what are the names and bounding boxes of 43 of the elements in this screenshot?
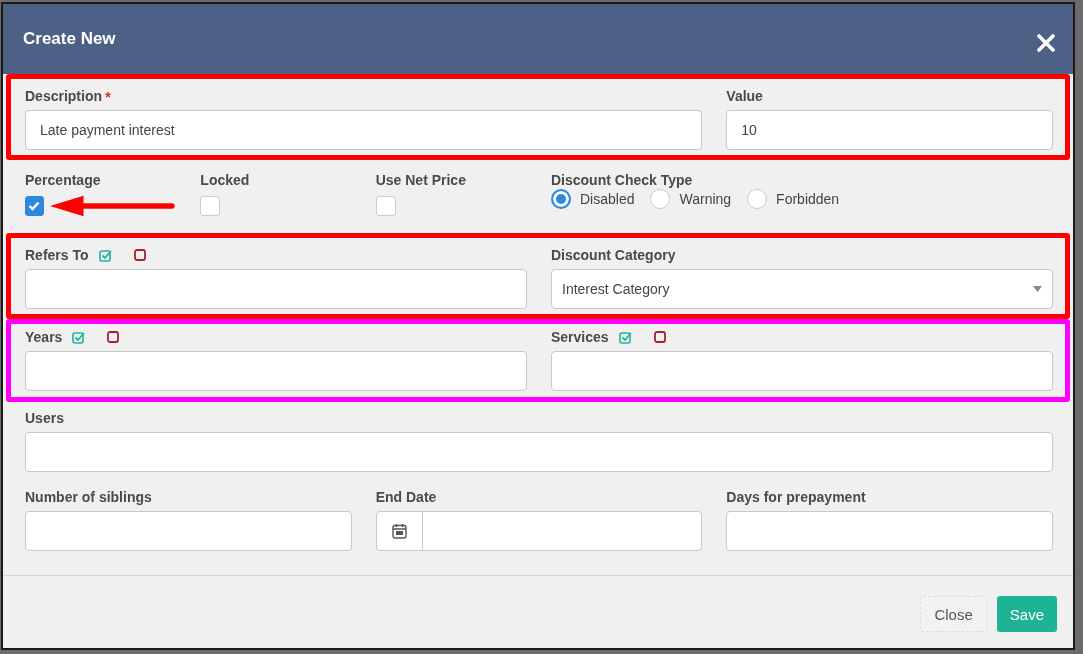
empty-box-icon[interactable] xyxy=(133,249,146,261)
radio-option[interactable]: Forbidden xyxy=(747,189,840,209)
checkmark-icon xyxy=(28,201,41,211)
field-label: Locked xyxy=(200,172,250,188)
field-label: Use Net Price xyxy=(375,172,466,188)
text-input[interactable] xyxy=(25,511,352,551)
field-label: End Date xyxy=(375,489,437,505)
checked-box-icon[interactable] xyxy=(618,330,632,344)
dialog-title: Create New xyxy=(23,29,116,49)
field-label: Discount Category xyxy=(551,247,676,263)
text-input[interactable] xyxy=(726,511,1053,551)
radio-option[interactable]: Warning xyxy=(650,189,732,209)
close-icon[interactable] xyxy=(1037,34,1055,52)
text-input[interactable] xyxy=(25,269,527,309)
field-label: Percentage xyxy=(25,172,101,188)
field-label: Description xyxy=(25,88,102,104)
date-field[interactable] xyxy=(375,511,703,551)
empty-box-icon[interactable] xyxy=(107,331,120,343)
caret-icon xyxy=(1033,286,1042,292)
close-button[interactable]: Close xyxy=(920,596,987,632)
field-label: Days for prepayment xyxy=(726,489,866,505)
text-input[interactable] xyxy=(25,432,1053,472)
field-label: Services xyxy=(551,329,609,345)
checked-box-icon[interactable] xyxy=(72,330,86,344)
checkbox[interactable] xyxy=(200,196,221,216)
field-label: Value xyxy=(726,88,763,104)
field-label: Refers To xyxy=(25,247,89,263)
radio-option[interactable]: Disabled xyxy=(551,189,635,209)
empty-box-icon[interactable] xyxy=(653,331,666,343)
checkbox[interactable] xyxy=(25,196,44,216)
checkbox[interactable] xyxy=(375,196,396,216)
text-input[interactable]: 10 xyxy=(726,110,1053,150)
field-label: Number of siblings xyxy=(25,489,152,505)
checked-box-icon[interactable] xyxy=(98,248,112,262)
field-label: Years xyxy=(25,329,63,345)
text-input[interactable]: Late payment interest xyxy=(25,110,703,150)
dropdown-field[interactable]: Interest Category xyxy=(551,269,1053,309)
required-asterisk: * xyxy=(105,87,111,105)
text-input[interactable] xyxy=(551,351,1053,391)
text-input[interactable] xyxy=(25,351,527,391)
calendar-icon[interactable] xyxy=(391,523,407,539)
field-label: Users xyxy=(25,410,64,426)
field-label: Discount Check Type xyxy=(551,172,693,188)
